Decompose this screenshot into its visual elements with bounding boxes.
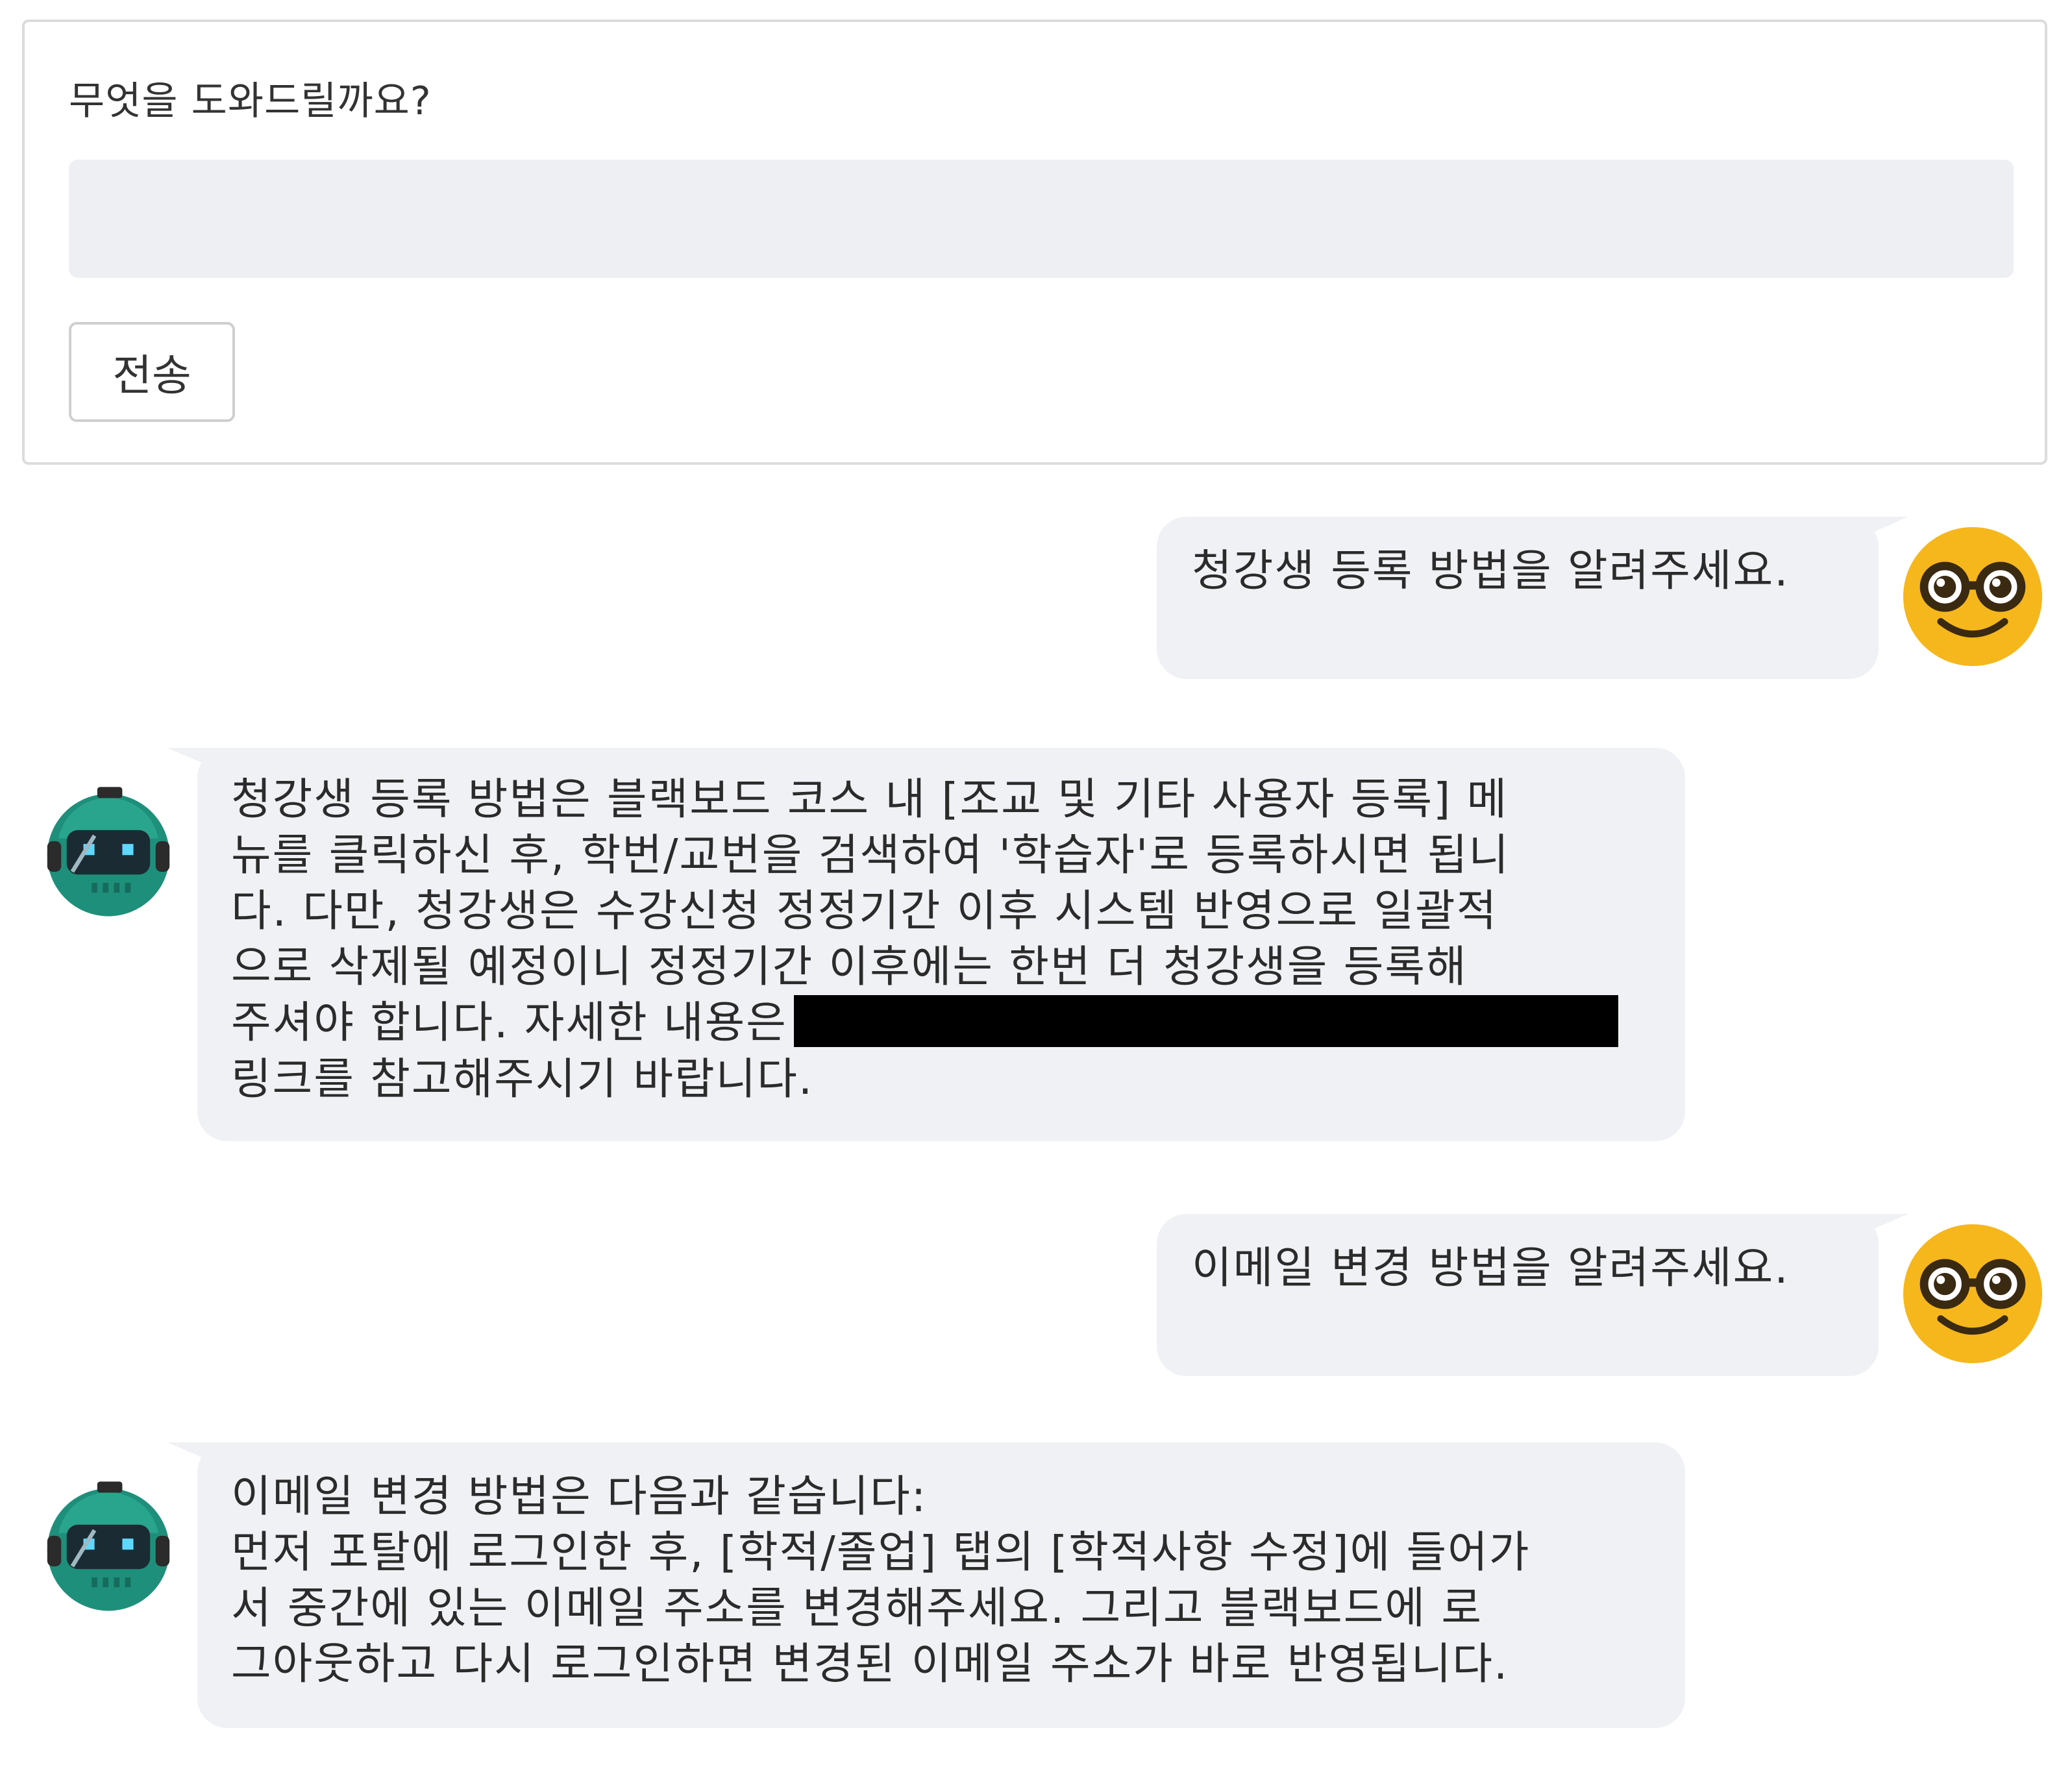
message-line: 링크를 참고해주시기 바랍니다. — [231, 1054, 814, 1105]
message-line-with-redaction: 주셔야 합니다. 자세한 내용은 — [231, 994, 1651, 1051]
user-avatar — [1903, 1224, 2042, 1363]
message-line: 다. 다만, 청강생은 수강신청 정정기간 이후 시스템 반영으로 일괄적 — [231, 885, 1498, 936]
message-line: 청강생 등록 방법은 블랙보드 코스 내 [조교 및 기타 사용자 등록] 메 — [231, 774, 1509, 824]
nerd-face-icon — [1903, 527, 2042, 666]
message-line: 먼저 포탈에 로그인한 후, [학적/졸업] 탭의 [학적사항 수정]에 들어가 — [231, 1527, 1531, 1577]
message-line: 뉴를 클릭하신 후, 학번/교번을 검색하여 '학습자'로 등록하시면 됩니 — [231, 830, 1511, 880]
question-form: 무엇을 도와드릴까요? 전송 — [22, 19, 2047, 465]
message-line: 서 중간에 있는 이메일 주소를 변경해주세요. 그리고 블랙보드에 로 — [231, 1583, 1483, 1633]
message-line: 그아웃하고 다시 로그인하면 변경된 이메일 주소가 바로 반영됩니다. — [231, 1638, 1509, 1689]
question-input[interactable] — [69, 160, 2014, 278]
message-line: 이메일 변경 방법을 알려주세요. — [1192, 1242, 1790, 1293]
user-avatar — [1903, 527, 2042, 666]
robot-icon — [39, 783, 178, 922]
bot-avatar — [39, 783, 178, 922]
question-label: 무엇을 도와드릴까요? — [69, 79, 432, 124]
robot-icon — [39, 1477, 178, 1616]
user-message: 청강생 등록 방법을 알려주세요. — [1157, 517, 1908, 679]
nerd-face-icon — [1903, 1224, 2042, 1363]
message-line: 으로 삭제될 예정이니 정정기간 이후에는 한번 더 청강생을 등록해 — [231, 941, 1468, 992]
send-button[interactable]: 전송 — [69, 322, 235, 422]
bot-avatar — [39, 1477, 178, 1616]
message-line: 주셔야 합니다. 자세한 내용은 — [231, 997, 787, 1048]
bot-message: 청강생 등록 방법은 블랙보드 코스 내 [조교 및 기타 사용자 등록] 메 … — [167, 748, 1685, 1141]
bot-message: 이메일 변경 방법은 다음과 같습니다: 먼저 포탈에 로그인한 후, [학적/… — [167, 1442, 1685, 1728]
message-line: 이메일 변경 방법은 다음과 같습니다: — [231, 1471, 928, 1522]
user-message: 이메일 변경 방법을 알려주세요. — [1157, 1214, 1908, 1376]
message-line: 청강생 등록 방법을 알려주세요. — [1192, 545, 1790, 596]
redacted-link — [793, 995, 1618, 1048]
